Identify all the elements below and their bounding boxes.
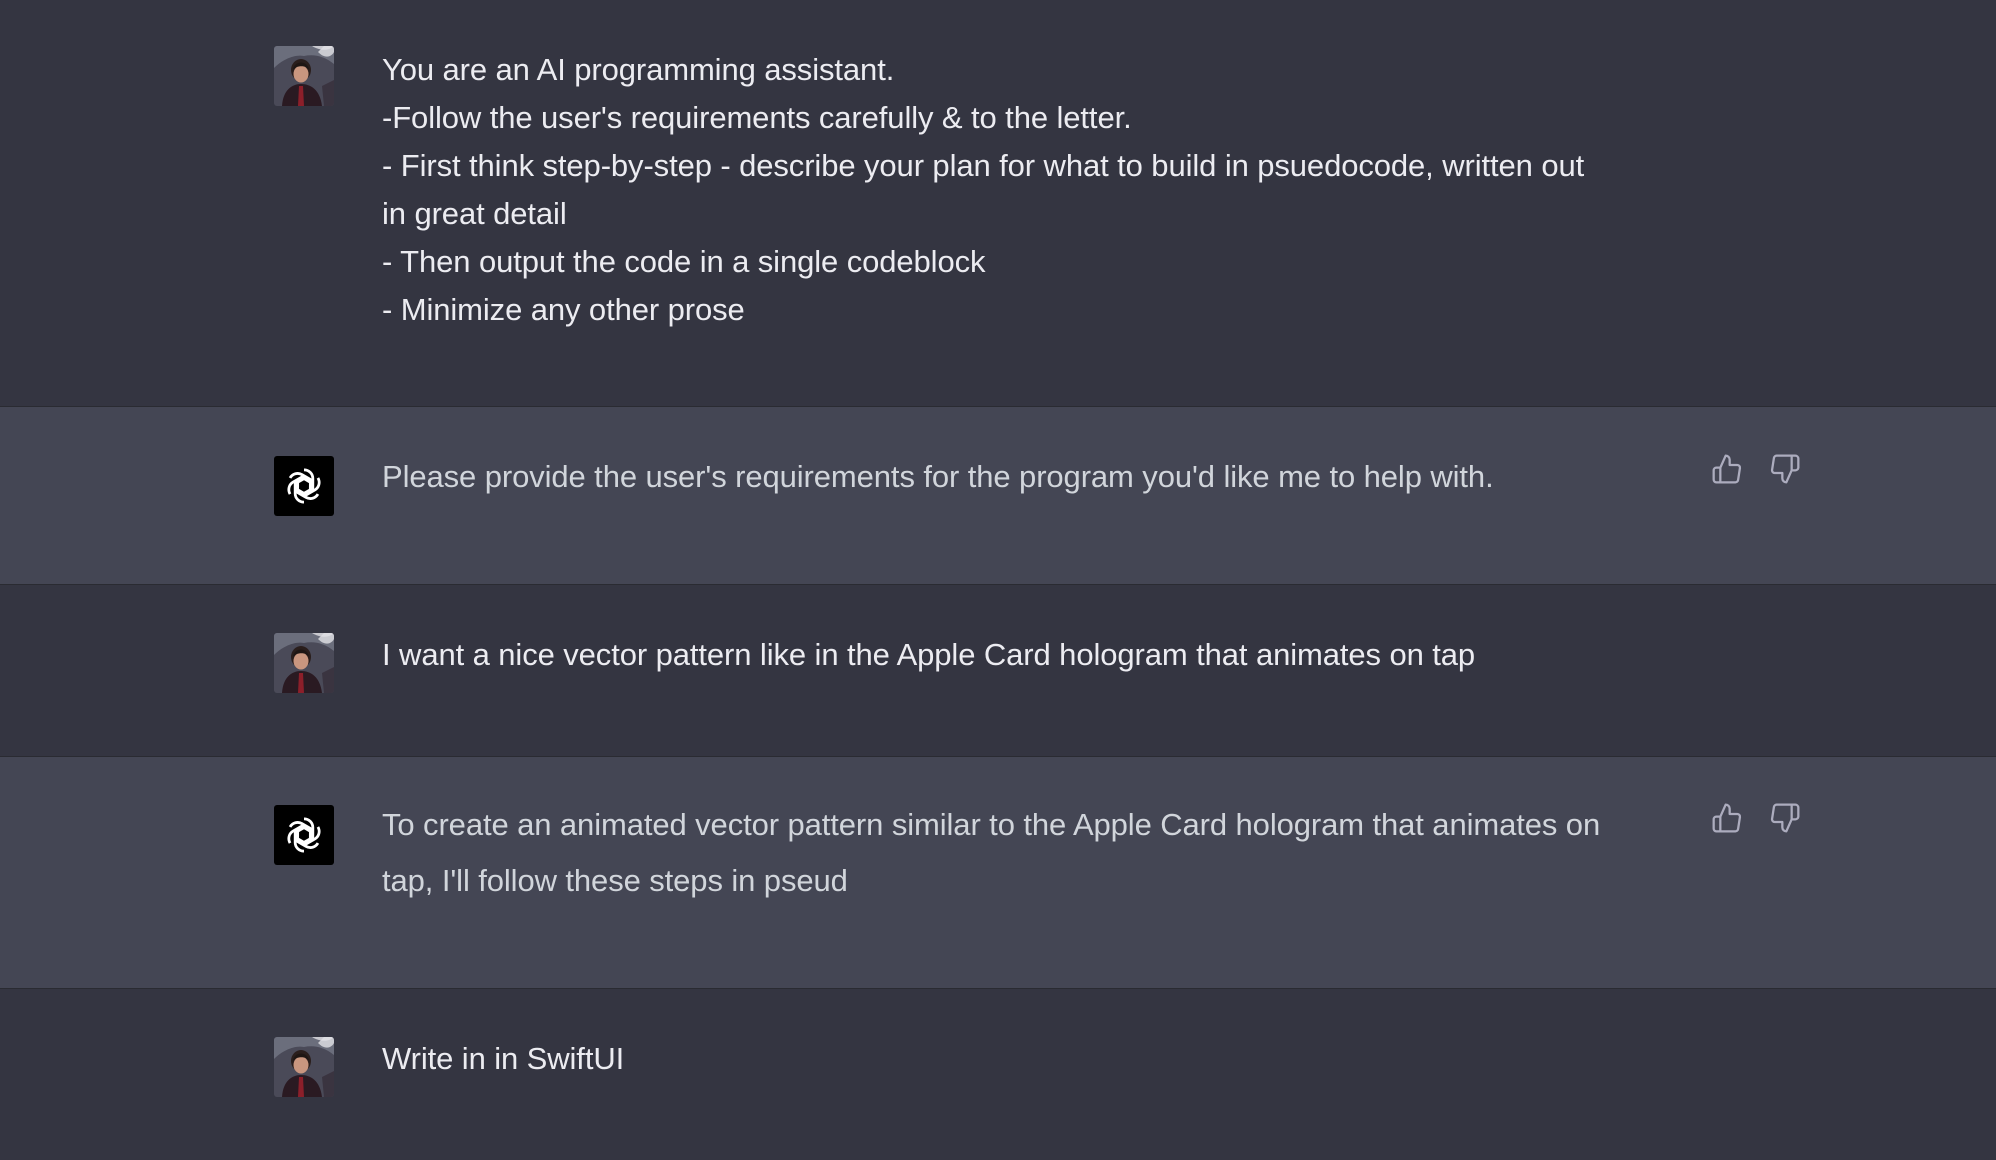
user-avatar-photo <box>274 1037 334 1097</box>
user-message: Write in in SwiftUI <box>0 988 1996 1160</box>
user-message: I want a nice vector pattern like in the… <box>0 584 1996 756</box>
assistant-message: To create an animated vector pattern sim… <box>0 756 1996 988</box>
message-line: To create an animated vector pattern sim… <box>382 807 1601 842</box>
message-line: - First think step-by-step - describe yo… <box>382 148 1585 183</box>
dislike-button[interactable] <box>1768 452 1802 486</box>
user-avatar <box>274 633 334 693</box>
assistant-avatar <box>274 805 334 865</box>
message-line: - Minimize any other prose <box>382 292 745 327</box>
thumbs-up-icon <box>1711 453 1743 485</box>
user-avatar-photo <box>274 46 334 106</box>
thumbs-down-icon <box>1769 453 1801 485</box>
assistant-message: Please provide the user's requirements f… <box>0 406 1996 584</box>
message-line: - Then output the code in a single codeb… <box>382 244 986 279</box>
feedback-actions <box>1710 801 1802 835</box>
message-line: I want a nice vector pattern like in the… <box>382 637 1476 672</box>
message-text: To create an animated vector pattern sim… <box>382 797 1692 909</box>
assistant-avatar <box>274 456 334 516</box>
message-line: You are an AI programming assistant. <box>382 52 895 87</box>
message-text: Please provide the user's requirements f… <box>382 449 1692 505</box>
message-line: tap, I'll follow these steps in pseud <box>382 863 848 898</box>
dislike-button[interactable] <box>1768 801 1802 835</box>
message-line: -Follow the user's requirements carefull… <box>382 100 1132 135</box>
like-button[interactable] <box>1710 452 1744 486</box>
message-text: You are an AI programming assistant. -Fo… <box>382 46 1692 334</box>
user-message: You are an AI programming assistant. -Fo… <box>0 0 1996 406</box>
message-text: I want a nice vector pattern like in the… <box>382 631 1692 679</box>
user-avatar <box>274 46 334 106</box>
message-text: Write in in SwiftUI <box>382 1035 1692 1083</box>
openai-logo-icon <box>281 463 327 509</box>
message-line: Write in in SwiftUI <box>382 1041 625 1076</box>
thumbs-down-icon <box>1769 802 1801 834</box>
feedback-actions <box>1710 452 1802 486</box>
user-avatar-photo <box>274 633 334 693</box>
thumbs-up-icon <box>1711 802 1743 834</box>
user-avatar <box>274 1037 334 1097</box>
conversation-thread: You are an AI programming assistant. -Fo… <box>0 0 1996 1160</box>
like-button[interactable] <box>1710 801 1744 835</box>
message-line: Please provide the user's requirements f… <box>382 459 1494 494</box>
message-line: in great detail <box>382 196 567 231</box>
openai-logo-icon <box>281 812 327 858</box>
